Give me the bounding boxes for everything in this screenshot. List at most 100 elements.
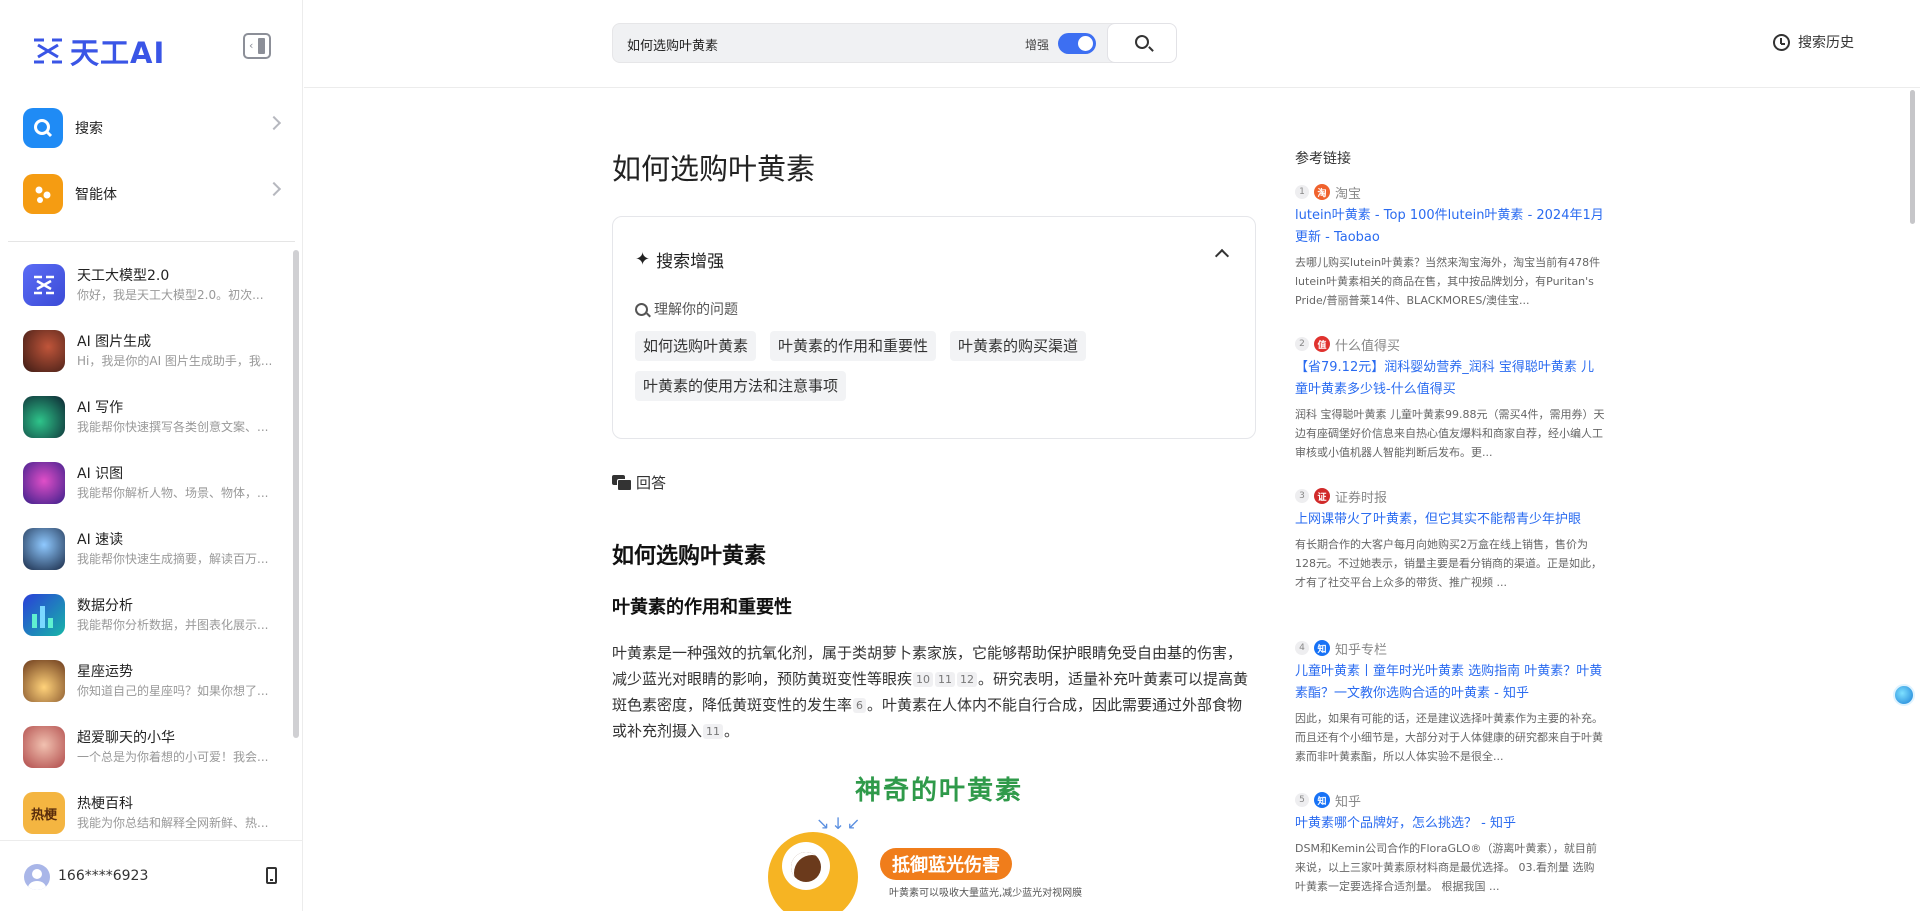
assistant-float-button[interactable]: [1893, 684, 1915, 706]
agent-name: 星座运势: [77, 664, 133, 680]
nav-item-agents[interactable]: 智能体: [23, 173, 282, 215]
sidebar-scrollbar[interactable]: [293, 250, 299, 738]
avatar[interactable]: [24, 864, 50, 890]
agent-avatar: [23, 264, 65, 306]
taobao-icon: 淘: [1314, 184, 1330, 200]
agent-desc: 你知道自己的星座吗？如果你想了...: [77, 684, 269, 698]
agent-item-chat-companion[interactable]: 超爱聊天的小华 一个总是为你着想的小可爱！我会...: [0, 714, 296, 780]
query-chip[interactable]: 叶黄素的作用和重要性: [770, 331, 937, 361]
chat-icon: [612, 474, 632, 491]
stcn-icon: 证: [1314, 488, 1330, 504]
reference-source: 5 知 知乎: [1295, 791, 1605, 810]
citation[interactable]: 10: [913, 672, 934, 687]
user-name[interactable]: 166****6923: [58, 868, 148, 884]
chevron-up-icon[interactable]: [1214, 248, 1230, 264]
user-bar: 166****6923: [0, 840, 303, 911]
reference-title-link[interactable]: 上网课带火了叶黄素，但它其实不能帮青少年护眼: [1295, 509, 1605, 531]
light-rays-icon: ↘↓↙: [816, 814, 863, 833]
nav-label: 搜索: [75, 121, 103, 137]
source-name: 知乎专栏: [1335, 642, 1388, 658]
page-scrollbar[interactable]: [1910, 90, 1915, 224]
agent-list: 天工大模型2.0 你好，我是天工大模型2.0。初次... AI 图片生成 Hi，我是…: [0, 252, 296, 840]
reference-item[interactable]: 2 值 什么值得买 【省79.12元】润科婴幼营养_润科 宝得聪叶黄素 儿童叶黄…: [1295, 335, 1605, 462]
agent-desc: 我能帮你快速生成摘要，解读百万...: [77, 552, 269, 566]
search-history-button[interactable]: 搜索历史: [1773, 32, 1854, 52]
nav-label: 智能体: [75, 187, 117, 203]
brand-name: 天工AI: [70, 36, 166, 70]
reference-item[interactable]: 3 证 证券时报 上网课带火了叶黄素，但它其实不能帮青少年护眼 有长期合作的大客…: [1295, 487, 1605, 592]
search-input[interactable]: 如何选购叶黄素: [627, 35, 718, 54]
reference-links: 参考链接 1 淘 淘宝 lutein叶黄素 - Top 100件lutein叶黄…: [1295, 88, 1605, 911]
phone-icon[interactable]: [266, 867, 277, 884]
reference-title-link[interactable]: 【省79.12元】润科婴幼营养_润科 宝得聪叶黄素 儿童叶黄素多少钱-什么值得买: [1295, 357, 1605, 401]
lutein-infographic[interactable]: 神奇的叶黄素 ↘↓↙ 抵御蓝光伤害 叶黄素可以吸收大量蓝光,减少蓝光对视网膜: [752, 770, 1122, 911]
understand-question: 理解你的问题: [635, 299, 738, 319]
agent-desc: 我能为你总结和解释全网新鲜、热...: [77, 816, 269, 830]
agent-item-horoscope[interactable]: 星座运势你知道自己的星座吗？如果你想了...: [0, 648, 296, 714]
agent-icon: [23, 174, 63, 214]
reference-item[interactable]: 1 淘 淘宝 lutein叶黄素 - Top 100件lutein叶黄素 - 2…: [1295, 183, 1605, 310]
citation[interactable]: 12: [957, 672, 978, 687]
reference-title-link[interactable]: lutein叶黄素 - Top 100件lutein叶黄素 - 2024年1月更…: [1295, 205, 1605, 249]
search-button[interactable]: [1107, 23, 1177, 63]
sidebar: 天工AI ‹ 搜索 智能体 天工大模型2.0 你好，我是天工大模型2.0。初次..…: [0, 0, 303, 911]
agent-desc: 我能帮你解析人物、场景、物体，...: [77, 486, 269, 500]
enhance-heading[interactable]: ✦ 搜索增强: [635, 247, 724, 272]
citation[interactable]: 11: [935, 672, 956, 687]
search-bar: 如何选购叶黄素 增强: [612, 23, 1177, 63]
citation[interactable]: 11: [703, 724, 724, 739]
reference-item[interactable]: 4 知 知乎专栏 儿童叶黄素丨童年时光叶黄素 选购指南 叶黄素？叶黄素酯？一文教…: [1295, 639, 1605, 766]
agent-item-data-analysis[interactable]: 数据分析 我能帮你分析数据，并图表化展示...: [0, 582, 296, 648]
answer-subtitle: 叶黄素的作用和重要性: [612, 597, 792, 618]
reference-number: 1: [1295, 185, 1309, 199]
understand-label: 理解你的问题: [654, 302, 738, 318]
query-chip[interactable]: 叶黄素的使用方法和注意事项: [635, 371, 847, 401]
arrow-left-icon: ‹: [249, 39, 254, 52]
agent-avatar: [23, 594, 65, 636]
agent-item-image-recog[interactable]: AI 识图我能帮你解析人物、场景、物体，...: [0, 450, 296, 516]
source-name: 知乎: [1335, 794, 1362, 810]
enhance-toggle[interactable]: [1058, 33, 1096, 54]
agent-avatar: [23, 726, 65, 768]
chevron-right-icon: [266, 181, 282, 197]
reference-title-link[interactable]: 叶黄素哪个品牌好，怎么挑选？ - 知乎: [1295, 813, 1605, 835]
agent-item-writing[interactable]: AI 写作 我能帮你快速撰写各类创意文案、...: [0, 384, 296, 450]
agent-item-tiangong[interactable]: 天工大模型2.0 你好，我是天工大模型2.0。初次...: [0, 252, 296, 318]
reference-number: 2: [1295, 337, 1309, 351]
brand-logo[interactable]: 天工AI: [32, 30, 165, 72]
agent-desc: 我能帮你快速撰写各类创意文案、...: [77, 420, 269, 434]
answer-label: 回答: [636, 474, 667, 492]
agent-item-image-gen[interactable]: AI 图片生成 Hi，我是你的AI 图片生成助手，我...: [0, 318, 296, 384]
logo-mark-icon: [34, 38, 62, 64]
agent-avatar: [23, 660, 65, 702]
agent-name: AI 速读: [77, 532, 124, 548]
agent-name: 天工大模型2.0: [77, 268, 170, 284]
agent-name: 数据分析: [77, 598, 133, 614]
source-name: 淘宝: [1335, 186, 1362, 202]
reference-snippet: 去哪儿购买lutein叶黄素？当然来淘宝海外，淘宝当前有478件lutein叶黄…: [1295, 256, 1601, 307]
citation[interactable]: 6: [853, 698, 867, 713]
reference-item[interactable]: 5 知 知乎 叶黄素哪个品牌好，怎么挑选？ - 知乎 DSM和Kemin公司合作…: [1295, 791, 1605, 896]
nav-item-search[interactable]: 搜索: [23, 107, 282, 149]
agent-desc: 你好，我是天工大模型2.0。初次...: [77, 288, 264, 302]
reference-number: 5: [1295, 793, 1309, 807]
reference-snippet: 有长期合作的大客户每月向她购买2万盒在线上销售，售价为128元。不过她表示，销量…: [1295, 538, 1602, 589]
infographic-badge: 抵御蓝光伤害: [880, 848, 1012, 880]
agent-avatar: 热梗: [23, 792, 65, 834]
agent-name: 超爱聊天的小华: [77, 730, 175, 746]
sidebar-collapse-button[interactable]: ‹: [243, 33, 271, 59]
query-chips: 如何选购叶黄素 叶黄素的作用和重要性 叶黄素的购买渠道 叶黄素的使用方法和注意事…: [635, 331, 1235, 401]
answer-heading: 回答: [612, 472, 666, 493]
agent-item-meme-wiki[interactable]: 热梗 热梗百科 我能为你总结和解释全网新鲜、热...: [0, 780, 296, 840]
reference-title-link[interactable]: 儿童叶黄素丨童年时光叶黄素 选购指南 叶黄素？叶黄素酯？一文教你选购合适的叶黄素…: [1295, 661, 1605, 705]
agent-item-speed-read[interactable]: AI 速读我能帮你快速生成摘要，解读百万...: [0, 516, 296, 582]
agent-name: AI 图片生成: [77, 334, 152, 350]
source-name: 证券时报: [1335, 490, 1388, 506]
query-chip[interactable]: 叶黄素的购买渠道: [950, 331, 1087, 361]
reference-source: 4 知 知乎专栏: [1295, 639, 1605, 658]
agent-name: AI 识图: [77, 466, 124, 482]
query-chip[interactable]: 如何选购叶黄素: [635, 331, 757, 361]
search-enhance-card: ✦ 搜索增强 理解你的问题 如何选购叶黄素 叶黄素的作用和重要性 叶黄素的购买渠…: [612, 216, 1256, 439]
reference-snippet: 因此，如果有可能的话，还是建议选择叶黄素作为主要的补充。 而且还有个小细节是，大…: [1295, 712, 1603, 763]
eye-icon: [768, 832, 858, 911]
